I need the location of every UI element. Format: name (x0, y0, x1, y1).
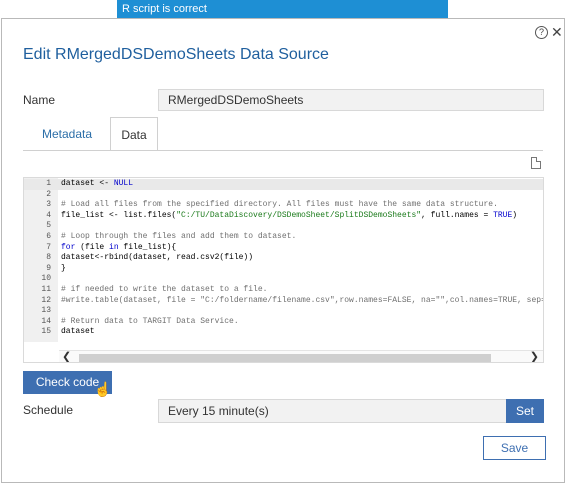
line-number: 12 (41, 295, 51, 305)
line-number: 14 (41, 316, 51, 326)
code-text[interactable]: for (file in file_list){ (61, 243, 176, 254)
code-text[interactable]: dataset (61, 327, 95, 338)
line-number: 15 (41, 327, 51, 337)
line-number: 11 (41, 284, 51, 294)
line-number: 5 (46, 221, 51, 231)
code-lines[interactable]: 1 dataset <- NULL 2 3 # Load all files from … (24, 179, 543, 338)
line-number: 4 (46, 210, 51, 220)
save-button[interactable]: Save (483, 436, 546, 460)
code-line[interactable]: 6 # Loop through the files and add them t… (24, 232, 543, 243)
scrollbar-thumb[interactable] (79, 354, 491, 362)
line-number: 13 (41, 306, 51, 316)
code-line[interactable]: 15 dataset (24, 327, 543, 338)
line-number: 7 (46, 242, 51, 252)
status-toast: R script is correct (117, 0, 448, 18)
code-line[interactable]: 2 (24, 190, 543, 201)
code-text[interactable]: # Load all files from the specified dire… (61, 200, 498, 211)
scroll-left-icon[interactable]: ❮ (62, 350, 71, 362)
line-number: 6 (46, 231, 51, 241)
code-editor[interactable]: 1 dataset <- NULL 2 3 # Load all files from … (23, 177, 544, 363)
line-number: 8 (46, 253, 51, 263)
horizontal-scrollbar[interactable]: ❮ ❯ (59, 350, 543, 362)
dialog-title: Edit RMergedDSDemoSheets Data Source (23, 46, 329, 63)
tab-metadata[interactable]: Metadata (23, 117, 111, 151)
line-number: 10 (41, 274, 51, 284)
line-number: 3 (46, 200, 51, 210)
code-line[interactable]: 12 #write.table(dataset, file = "C:/folde… (24, 296, 543, 307)
code-text[interactable]: #write.table(dataset, file = "C:/foldern… (61, 296, 543, 307)
close-icon[interactable]: ✕ (551, 24, 563, 41)
hand-cursor-icon: ☝ (94, 381, 112, 397)
schedule-label: Schedule (23, 403, 74, 417)
name-label: Name (23, 93, 56, 107)
code-line[interactable]: 10 (24, 274, 543, 285)
code-line[interactable]: 3 # Load all files from the specified dir… (24, 200, 543, 211)
new-document-icon[interactable] (531, 157, 541, 169)
code-text[interactable]: # Return data to TARGIT Data Service. (61, 317, 239, 328)
code-line[interactable]: 8 dataset<-rbind(dataset, read.csv2(file)… (24, 253, 543, 264)
scroll-right-icon[interactable]: ❯ (530, 350, 539, 362)
code-line[interactable]: 13 (24, 306, 543, 317)
code-text[interactable]: # Loop through the files and add them to… (61, 232, 296, 243)
code-line[interactable]: 9} (24, 264, 543, 275)
name-field[interactable]: RMergedDSDemoSheets (158, 89, 544, 111)
set-button[interactable]: Set (506, 399, 544, 423)
line-number: 2 (46, 189, 51, 199)
code-line[interactable]: 5 (24, 221, 543, 232)
line-number: 9 (46, 263, 51, 273)
code-line[interactable]: 1 dataset <- NULL (24, 179, 543, 190)
code-line[interactable]: 11 # if needed to write the dataset to a … (24, 285, 543, 296)
tab-divider (23, 150, 543, 151)
code-text[interactable]: dataset <- NULL (61, 179, 133, 190)
code-text[interactable]: } (61, 264, 66, 275)
help-icon[interactable]: ? (535, 26, 548, 39)
code-line[interactable]: 7 for (file in file_list){ (24, 243, 543, 254)
schedule-field[interactable]: Every 15 minute(s) (158, 399, 507, 423)
tab-data[interactable]: Data (110, 117, 158, 151)
code-text[interactable]: file_list <- list.files("C:/TU/DataDisco… (61, 211, 517, 222)
line-number: 1 (46, 179, 51, 188)
code-text[interactable]: # if needed to write the dataset to a fi… (61, 285, 267, 296)
code-line[interactable]: 4 file_list <- list.files("C:/TU/DataDisc… (24, 211, 543, 222)
code-text[interactable]: dataset<-rbind(dataset, read.csv2(file)) (61, 253, 253, 264)
code-line[interactable]: 14 # Return data to TARGIT Data Service. (24, 317, 543, 328)
